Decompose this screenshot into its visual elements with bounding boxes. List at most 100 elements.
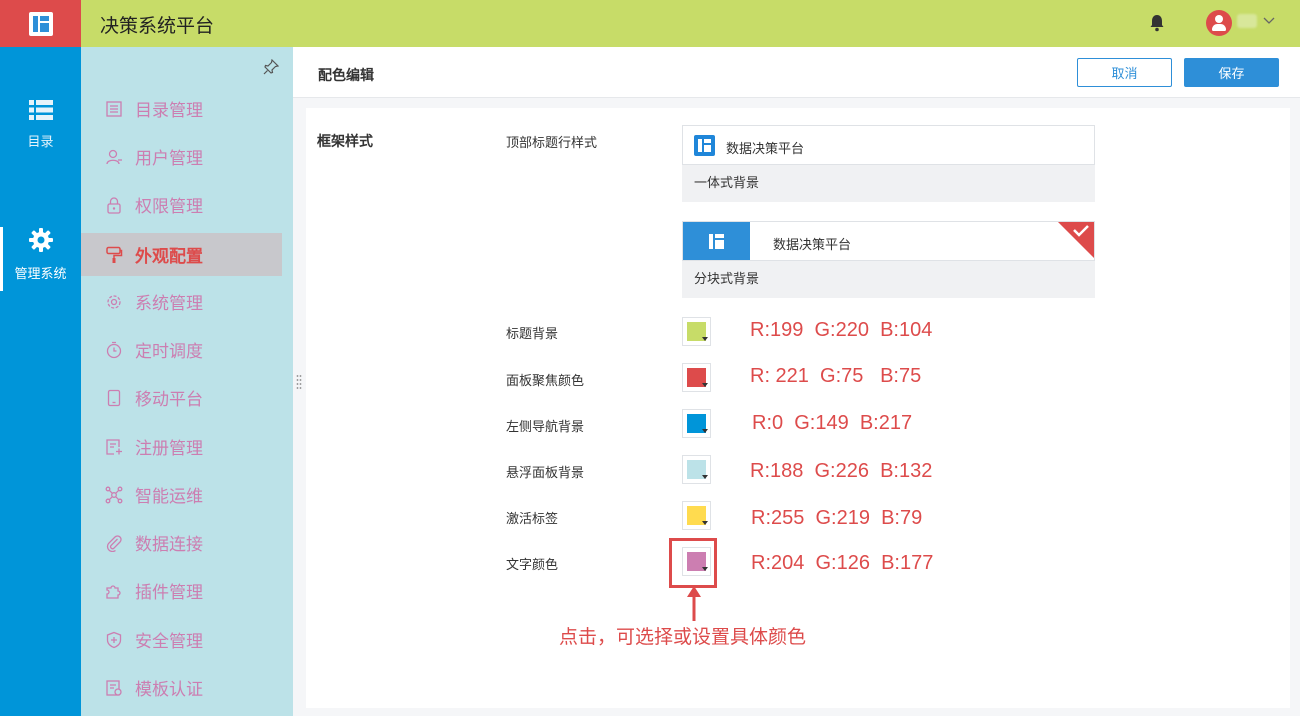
menu-item-label: 安全管理 <box>135 632 203 652</box>
nav-admin-system[interactable]: 管理系统 <box>0 227 81 291</box>
platform-logo-icon <box>709 233 724 249</box>
rgb-annotation-title-bg: R:199 G:220 B:104 <box>750 319 933 341</box>
color-label-text: 文字颜色 <box>506 558 559 573</box>
menu-item-appearance[interactable]: 外观配置 <box>81 233 282 276</box>
menu-item-label: 定时调度 <box>135 342 203 362</box>
bell-icon[interactable] <box>1149 14 1165 32</box>
menu-item-users[interactable]: 用户管理 <box>81 135 282 178</box>
highlight-box <box>669 538 717 588</box>
color-picker-leftnav[interactable] <box>682 409 711 438</box>
list-icon <box>28 100 53 120</box>
puzzle-icon <box>106 584 121 599</box>
catalog-list-icon <box>106 100 122 117</box>
gear-icon <box>28 228 53 252</box>
active-marker <box>0 227 3 291</box>
caret-down-icon <box>702 475 708 479</box>
menu-item-label: 插件管理 <box>135 583 203 603</box>
color-label-leftnav: 左侧导航背景 <box>506 420 585 435</box>
avatar[interactable] <box>1206 10 1232 36</box>
paperclip-icon <box>106 534 122 552</box>
caret-down-icon <box>702 429 708 433</box>
pin-icon[interactable] <box>263 59 279 75</box>
color-label-title-bg: 标题背景 <box>506 327 559 342</box>
username-blurred[interactable] <box>1237 14 1257 28</box>
template-cert-icon <box>106 679 122 696</box>
app-logo[interactable] <box>0 0 81 47</box>
logo-icon <box>28 11 53 36</box>
color-picker-title-bg[interactable] <box>682 317 711 346</box>
menu-item-label: 数据连接 <box>135 535 203 555</box>
page-title: 配色编辑 <box>318 68 374 84</box>
block-preview-name: 数据决策平台 <box>773 238 852 253</box>
menu-item-label: 外观配置 <box>135 247 203 267</box>
menu-item-label: 系统管理 <box>135 294 203 314</box>
menu-item-label: 移动平台 <box>135 390 203 410</box>
gear-icon <box>107 294 121 309</box>
menu-item-system[interactable]: 系统管理 <box>81 280 282 323</box>
block-caption: 分块式背景 <box>694 272 760 287</box>
menu-item-label: 注册管理 <box>135 439 203 459</box>
caret-down-icon <box>702 521 708 525</box>
menu-item-security[interactable]: 安全管理 <box>81 618 282 661</box>
rgb-annotation-text: R:204 G:126 B:177 <box>751 552 934 574</box>
editor-header: 配色编辑 取消 保存 <box>293 47 1300 98</box>
user-icon <box>106 149 122 164</box>
menu-item-catalog[interactable]: 目录管理 <box>81 87 282 130</box>
save-button[interactable]: 保存 <box>1184 58 1279 87</box>
cancel-button[interactable]: 取消 <box>1077 58 1172 87</box>
menu-item-label: 模板认证 <box>135 680 203 700</box>
menu-item-label: 用户管理 <box>135 149 203 169</box>
panel-resize-handle[interactable] <box>296 374 302 392</box>
rgb-annotation-focus: R: 221 G:75 B:75 <box>750 365 922 387</box>
nav-catalog-label: 目录 <box>27 135 54 150</box>
color-picker-floating[interactable] <box>682 455 711 484</box>
paint-roller-icon <box>106 246 123 263</box>
integrated-caption: 一体式背景 <box>694 176 760 191</box>
menu-item-permissions[interactable]: 权限管理 <box>81 183 282 226</box>
menu-item-scheduling[interactable]: 定时调度 <box>81 328 282 371</box>
menu-item-label: 智能运维 <box>135 487 203 507</box>
nav-admin-label: 管理系统 <box>14 267 67 282</box>
color-label-floating: 悬浮面板背景 <box>506 466 585 481</box>
menu-item-mobile[interactable]: 移动平台 <box>81 376 282 419</box>
menu-item-label: 权限管理 <box>135 197 203 217</box>
rgb-annotation-floating: R:188 G:226 B:132 <box>750 460 933 482</box>
register-icon <box>106 438 122 455</box>
color-editor-panel: 框架样式 顶部标题行样式 数据决策平台 一体式背景 数据决策平台 分块式背景 标… <box>306 108 1290 708</box>
menu-item-smart-ops[interactable]: 智能运维 <box>81 473 282 516</box>
timer-icon <box>106 341 122 358</box>
integrated-preview-name: 数据决策平台 <box>726 142 805 157</box>
click-hint-note: 点击，可选择或设置具体颜色 <box>559 626 807 648</box>
menu-item-plugins[interactable]: 插件管理 <box>81 569 282 612</box>
rgb-annotation-leftnav: R:0 G:149 B:217 <box>752 412 913 434</box>
platform-logo-icon <box>694 135 715 156</box>
block-preview: 数据决策平台 <box>682 221 1095 261</box>
color-picker-active-tab[interactable] <box>682 501 711 530</box>
caret-down-icon <box>702 337 708 341</box>
section-title: 框架样式 <box>317 134 373 150</box>
tablet-icon <box>107 389 121 406</box>
color-label-focus: 面板聚焦颜色 <box>506 374 585 389</box>
header-style-block[interactable]: 数据决策平台 分块式背景 <box>682 221 1095 298</box>
menu-item-template-cert[interactable]: 模板认证 <box>81 666 282 709</box>
caret-down-icon <box>702 383 708 387</box>
shield-icon <box>106 631 122 648</box>
lock-icon <box>107 196 121 214</box>
nav-catalog[interactable]: 目录 <box>0 99 81 150</box>
header-style-label: 顶部标题行样式 <box>506 136 598 151</box>
network-icon <box>105 486 123 503</box>
app-title: 决策系统平台 <box>100 15 215 37</box>
top-header-bar: 决策系统平台 <box>0 0 1300 47</box>
color-label-active-tab: 激活标签 <box>506 512 559 527</box>
selected-check-icon <box>1058 222 1094 258</box>
menu-item-label: 目录管理 <box>135 101 203 121</box>
primary-nav: 目录 管理系统 <box>0 47 81 716</box>
block-logo-area <box>683 222 750 260</box>
integrated-preview: 数据决策平台 <box>682 125 1095 165</box>
menu-item-data-connection[interactable]: 数据连接 <box>81 521 282 564</box>
menu-item-registration[interactable]: 注册管理 <box>81 425 282 468</box>
color-picker-focus[interactable] <box>682 363 711 392</box>
chevron-down-icon[interactable] <box>1262 14 1276 28</box>
header-style-integrated[interactable]: 数据决策平台 一体式背景 <box>682 125 1095 202</box>
rgb-annotation-active-tab: R:255 G:219 B:79 <box>751 507 923 529</box>
